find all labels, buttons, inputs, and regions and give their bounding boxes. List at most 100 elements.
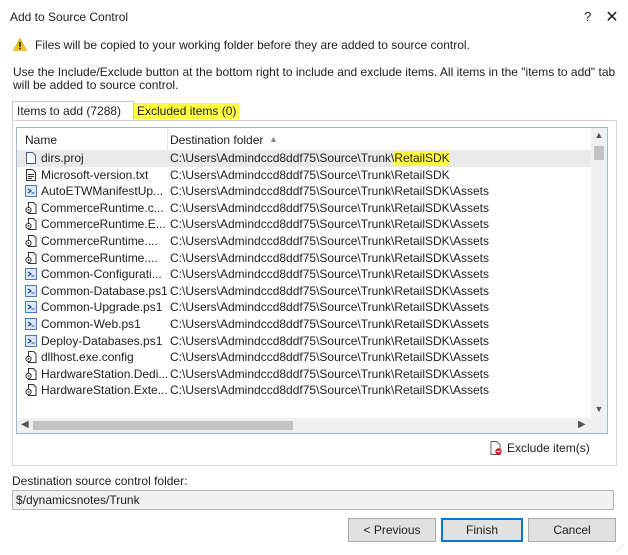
item-name: HardwareStation.Dedi...: [41, 366, 167, 381]
item-name: dirs.proj: [41, 151, 84, 165]
list-item[interactable]: AutoETWManifestUp... C:\Users\Admindccd8d…: [17, 183, 591, 200]
list-item[interactable]: CommerceRuntime.... C:\Users\Admindccd8dd…: [17, 250, 591, 267]
tab-excluded-items[interactable]: Excluded items (0): [134, 103, 240, 119]
vertical-scroll-thumb[interactable]: [594, 146, 604, 160]
list-item[interactable]: Common-Configurati... C:\Users\Admindccd8…: [17, 266, 591, 283]
column-header-destination[interactable]: Destination folder: [170, 133, 263, 147]
destination-path: C:\Users\Admindccd8ddf75\Source\Trunk\Re…: [170, 300, 490, 315]
item-name: CommerceRuntime....: [41, 250, 158, 265]
warning-text: Files will be copied to your working fol…: [35, 38, 470, 52]
item-name: Common-Upgrade.ps1: [41, 300, 163, 315]
item-destination: C:\Users\Admindccd8ddf75\Source\Trunk\Re…: [170, 382, 489, 399]
item-name: Common-Database.ps1: [41, 283, 167, 298]
list-item[interactable]: HardwareStation.Exte... C:\Users\Admindcc…: [17, 382, 591, 399]
item-destination: C:\Users\Admindccd8ddf75\Source\Trunk\Re…: [170, 316, 489, 333]
destination-path: C:\Users\Admindccd8ddf75\Source\Trunk\: [170, 151, 395, 165]
list-item[interactable]: dirs.proj C:\Users\Admindccd8ddf75\Source…: [17, 150, 591, 167]
item-name: CommerceRuntime.c...: [41, 200, 164, 215]
instructions-text: Use the Include/Exclude button at the bo…: [13, 65, 616, 92]
list-item[interactable]: Common-Database.ps1 C:\Users\Admindccd8dd…: [17, 283, 591, 300]
list-item[interactable]: Deploy-Databases.ps1 C:\Users\Admindccd8d…: [17, 333, 591, 350]
warning-icon: [13, 38, 27, 51]
config-file-icon: [25, 234, 37, 247]
destination-path: C:\Users\Admindccd8ddf75\Source\Trunk\Re…: [170, 383, 490, 398]
item-destination: C:\Users\Admindccd8ddf75\Source\Trunk\Re…: [170, 200, 489, 217]
destination-path: C:\Users\Admindccd8ddf75\Source\Trunk\Re…: [170, 184, 490, 199]
item-destination: C:\Users\Admindccd8ddf75\Source\Trunk\Re…: [170, 167, 450, 184]
cancel-button[interactable]: Cancel: [528, 518, 616, 542]
destination-path: C:\Users\Admindccd8ddf75\Source\Trunk\Re…: [170, 217, 490, 232]
item-name: Common-Web.ps1: [41, 316, 141, 331]
scroll-right-icon[interactable]: ▶: [578, 419, 586, 430]
item-destination: C:\Users\Admindccd8ddf75\Source\Trunk\Re…: [170, 349, 489, 366]
column-header-name[interactable]: Name: [25, 133, 57, 147]
help-button[interactable]: ?: [584, 9, 591, 24]
resize-grip-icon[interactable]: ⋰: [616, 543, 624, 552]
list-item[interactable]: CommerceRuntime.... C:\Users\Admindccd8dd…: [17, 233, 591, 250]
destination-path: C:\Users\Admindccd8ddf75\Source\Trunk\Re…: [170, 350, 490, 365]
destination-folder-input[interactable]: [13, 491, 609, 509]
item-destination: C:\Users\Admindccd8ddf75\Source\Trunk\Re…: [170, 233, 489, 250]
destination-folder-label: Destination source control folder:: [12, 474, 188, 488]
item-destination: C:\Users\Admindccd8ddf75\Source\Trunk\Re…: [170, 366, 489, 383]
config-file-icon: [25, 351, 37, 364]
config-file-icon: [25, 384, 37, 397]
list-item[interactable]: CommerceRuntime.E... C:\Users\Admindccd8d…: [17, 216, 591, 233]
exclude-items-label: Exclude item(s): [507, 441, 590, 455]
destination-path: C:\Users\Admindccd8ddf75\Source\Trunk\Re…: [170, 233, 490, 248]
item-name: AutoETWManifestUp...: [41, 184, 164, 199]
list-header: Name Destination folder ▲: [17, 128, 591, 151]
text-file-icon: [25, 168, 37, 181]
item-name: Deploy-Databases.ps1: [41, 333, 163, 348]
powershell-icon: [25, 268, 37, 281]
list-item[interactable]: Microsoft-version.txt C:\Users\Admindccd8…: [17, 167, 591, 184]
previous-button[interactable]: < Previous: [348, 518, 436, 542]
item-destination: C:\Users\Admindccd8ddf75\Source\Trunk\Re…: [170, 266, 489, 283]
vertical-scrollbar[interactable]: ▲ ▼: [591, 128, 607, 418]
item-name: CommerceRuntime.E...: [41, 217, 166, 232]
powershell-icon: [25, 185, 37, 198]
item-name: Microsoft-version.txt: [41, 167, 149, 182]
item-destination: C:\Users\Admindccd8ddf75\Source\Trunk\Re…: [170, 216, 489, 233]
destination-folder-field[interactable]: [12, 490, 614, 510]
destination-path: C:\Users\Admindccd8ddf75\Source\Trunk\Re…: [170, 267, 490, 282]
list-rows: dirs.proj C:\Users\Admindccd8ddf75\Source…: [17, 150, 591, 418]
finish-button[interactable]: Finish: [441, 518, 523, 542]
destination-path: C:\Users\Admindccd8ddf75\Source\Trunk\Re…: [170, 200, 490, 215]
list-item[interactable]: Common-Web.ps1 C:\Users\Admindccd8ddf75\S…: [17, 316, 591, 333]
list-item[interactable]: dllhost.exe.config C:\Users\Admindccd8ddf…: [17, 349, 591, 366]
list-item[interactable]: Common-Upgrade.ps1 C:\Users\Admindccd8ddf…: [17, 299, 591, 316]
item-name: HardwareStation.Exte...: [41, 383, 167, 398]
close-button[interactable]: ✕: [602, 7, 622, 27]
horizontal-scroll-thumb[interactable]: [33, 421, 293, 430]
title-bar: Add to Source Control ? ✕: [0, 0, 628, 30]
destination-path: C:\Users\Admindccd8ddf75\Source\Trunk\Re…: [170, 316, 490, 331]
file-icon: [25, 152, 37, 164]
config-file-icon: [25, 218, 37, 231]
scroll-left-icon[interactable]: ◀: [21, 419, 29, 430]
item-destination: C:\Users\Admindccd8ddf75\Source\Trunk\Re…: [170, 283, 489, 300]
destination-path: C:\Users\Admindccd8ddf75\Source\Trunk\Re…: [170, 283, 490, 298]
exclude-file-icon: [490, 441, 502, 455]
config-file-icon: [25, 251, 37, 264]
scroll-up-icon[interactable]: ▲: [594, 130, 604, 140]
scroll-down-icon[interactable]: ▼: [594, 404, 604, 414]
item-destination: C:\Users\Admindccd8ddf75\Source\Trunk\Re…: [170, 183, 489, 200]
destination-path: C:\Users\Admindccd8ddf75\Source\Trunk\Re…: [170, 250, 490, 265]
list-item[interactable]: HardwareStation.Dedi... C:\Users\Admindcc…: [17, 366, 591, 383]
item-destination: C:\Users\Admindccd8ddf75\Source\Trunk\Re…: [170, 250, 489, 267]
destination-path: C:\Users\Admindccd8ddf75\Source\Trunk\Re…: [170, 167, 450, 182]
horizontal-scrollbar[interactable]: ◀ ▶: [17, 418, 591, 433]
config-file-icon: [25, 201, 37, 214]
destination-path: C:\Users\Admindccd8ddf75\Source\Trunk\Re…: [170, 366, 490, 381]
item-name: dllhost.exe.config: [41, 350, 134, 365]
tab-items-to-add[interactable]: Items to add (7288): [12, 101, 134, 121]
column-divider[interactable]: [167, 128, 168, 150]
items-list[interactable]: Name Destination folder ▲ dirs.proj C:\Us…: [16, 127, 608, 434]
list-item[interactable]: CommerceRuntime.c... C:\Users\Admindccd8d…: [17, 200, 591, 217]
powershell-icon: [25, 301, 37, 314]
item-destination: C:\Users\Admindccd8ddf75\Source\Trunk\Re…: [170, 150, 450, 167]
item-destination: C:\Users\Admindccd8ddf75\Source\Trunk\Re…: [170, 299, 489, 316]
destination-path: C:\Users\Admindccd8ddf75\Source\Trunk\Re…: [170, 333, 490, 348]
powershell-icon: [25, 334, 37, 347]
